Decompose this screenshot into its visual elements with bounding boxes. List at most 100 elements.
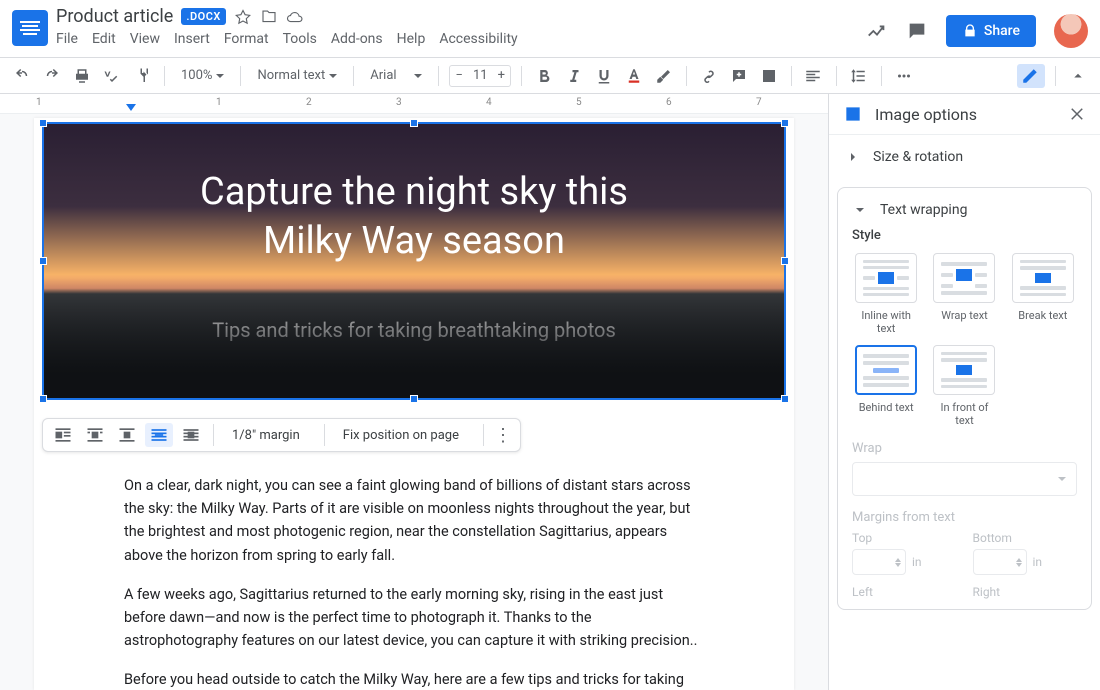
cloud-icon[interactable] <box>286 8 304 26</box>
fix-position-select[interactable]: Fix position on page <box>333 428 475 443</box>
indent-marker[interactable] <box>126 104 136 111</box>
formatting-toolbar: 100% Normal text Arial − 11 + <box>0 58 1100 94</box>
hero-subtitle: Tips and tricks for taking breathtaking … <box>44 318 784 342</box>
undo-button[interactable] <box>10 64 34 88</box>
comments-icon[interactable] <box>906 20 928 42</box>
menu-addons[interactable]: Add-ons <box>331 31 383 47</box>
menu-tools[interactable]: Tools <box>283 31 317 47</box>
style-label: Behind text <box>859 401 914 414</box>
menu-edit[interactable]: Edit <box>92 31 116 47</box>
section-label: Size & rotation <box>873 149 963 165</box>
section-size-rotation[interactable]: Size & rotation <box>829 134 1100 179</box>
wrap-direction-select <box>852 462 1077 496</box>
menu-insert[interactable]: Insert <box>174 31 210 47</box>
text-color-button[interactable] <box>622 64 646 88</box>
style-label: In front of text <box>930 401 998 427</box>
style-opt-front[interactable]: In front of text <box>930 345 998 427</box>
font-size-decrease[interactable]: − <box>450 68 468 83</box>
style-label: Break text <box>1018 309 1067 322</box>
zoom-value: 100% <box>181 68 212 83</box>
style-heading: Style <box>852 228 1077 243</box>
margin-top-field <box>852 549 906 575</box>
font-select[interactable]: Arial <box>364 64 428 88</box>
margin-top-label: Top <box>852 531 957 545</box>
margin-select[interactable]: 1/8" margin <box>222 428 316 443</box>
more-tools-button[interactable] <box>892 64 916 88</box>
style-label: Wrap text <box>941 309 988 322</box>
align-button[interactable] <box>802 64 826 88</box>
highlight-button[interactable] <box>652 64 676 88</box>
wrap-opt-inline[interactable] <box>49 423 77 447</box>
chevron-down-icon <box>852 202 868 218</box>
resize-handle[interactable] <box>39 119 47 127</box>
wrap-opt-wrap[interactable] <box>81 423 109 447</box>
resize-handle[interactable] <box>39 395 47 403</box>
menu-help[interactable]: Help <box>397 31 426 47</box>
section-header[interactable]: Text wrapping <box>852 202 1077 218</box>
bold-button[interactable] <box>532 64 556 88</box>
document-page: Capture the night sky this Milky Way sea… <box>34 118 794 690</box>
document-body[interactable]: On a clear, dark night, you can see a fa… <box>34 452 794 690</box>
menu-bar: File Edit View Insert Format Tools Add-o… <box>56 31 866 47</box>
redo-button[interactable] <box>40 64 64 88</box>
menu-view[interactable]: View <box>130 31 160 47</box>
resize-handle[interactable] <box>781 119 789 127</box>
insert-image-button[interactable] <box>757 64 781 88</box>
paragraph-style-select[interactable]: Normal text <box>251 64 343 88</box>
italic-button[interactable] <box>562 64 586 88</box>
collapse-sidebar-button[interactable] <box>1066 64 1090 88</box>
margin-bottom-field <box>973 549 1027 575</box>
selected-image[interactable]: Capture the night sky this Milky Way sea… <box>42 122 786 400</box>
wrap-opt-front[interactable] <box>177 423 205 447</box>
share-button[interactable]: Share <box>946 15 1036 47</box>
unit-label: in <box>912 555 922 569</box>
resize-handle[interactable] <box>781 395 789 403</box>
menu-file[interactable]: File <box>56 31 78 47</box>
more-options-button[interactable]: ⋮ <box>492 425 514 446</box>
link-button[interactable] <box>697 64 721 88</box>
image-wrap-toolbar: 1/8" margin Fix position on page ⋮ <box>42 418 521 452</box>
ruler-mark: 5 <box>576 97 582 108</box>
star-icon[interactable] <box>234 8 252 26</box>
underline-button[interactable] <box>592 64 616 88</box>
wrap-opt-break[interactable] <box>113 423 141 447</box>
close-icon[interactable] <box>1068 105 1086 123</box>
font-size-stepper[interactable]: − 11 + <box>449 65 511 87</box>
analytics-icon[interactable] <box>866 20 888 42</box>
style-opt-break[interactable]: Break text <box>1009 253 1077 335</box>
line-spacing-button[interactable] <box>847 64 871 88</box>
sidebar-title: Image options <box>875 105 1056 124</box>
comment-add-button[interactable] <box>727 64 751 88</box>
user-avatar[interactable] <box>1054 14 1088 48</box>
docs-logo[interactable] <box>12 10 48 46</box>
resize-handle[interactable] <box>410 395 418 403</box>
menu-accessibility[interactable]: Accessibility <box>439 31 517 47</box>
zoom-select[interactable]: 100% <box>175 64 230 88</box>
font-size-value[interactable]: 11 <box>468 68 492 83</box>
style-opt-behind[interactable]: Behind text <box>852 345 920 427</box>
margin-label: 1/8" margin <box>232 428 300 443</box>
editing-mode-button[interactable] <box>1017 64 1045 88</box>
wrap-opt-behind[interactable] <box>145 423 173 447</box>
resize-handle[interactable] <box>39 257 47 265</box>
paint-format-button[interactable] <box>130 64 154 88</box>
move-icon[interactable] <box>260 8 278 26</box>
document-title[interactable]: Product article <box>56 6 173 27</box>
print-button[interactable] <box>70 64 94 88</box>
styles-value: Normal text <box>257 68 325 83</box>
spellcheck-button[interactable] <box>100 64 124 88</box>
app-header: Product article .DOCX File Edit View Ins… <box>0 0 1100 58</box>
hero-title-line1: Capture the night sky this <box>44 168 784 217</box>
ruler-mark: 6 <box>666 97 672 108</box>
paragraph: Before you head outside to catch the Mil… <box>124 668 704 690</box>
menu-format[interactable]: Format <box>224 31 269 47</box>
ruler[interactable]: 1 1 2 3 4 5 6 7 <box>0 94 828 114</box>
resize-handle[interactable] <box>410 119 418 127</box>
ruler-mark: 4 <box>486 97 492 108</box>
style-opt-wrap[interactable]: Wrap text <box>930 253 998 335</box>
image-options-sidebar: Image options Size & rotation Text wrapp… <box>828 94 1100 690</box>
style-opt-inline[interactable]: Inline with text <box>852 253 920 335</box>
margin-right-label: Right <box>973 585 1078 599</box>
font-size-increase[interactable]: + <box>492 68 510 83</box>
resize-handle[interactable] <box>781 257 789 265</box>
